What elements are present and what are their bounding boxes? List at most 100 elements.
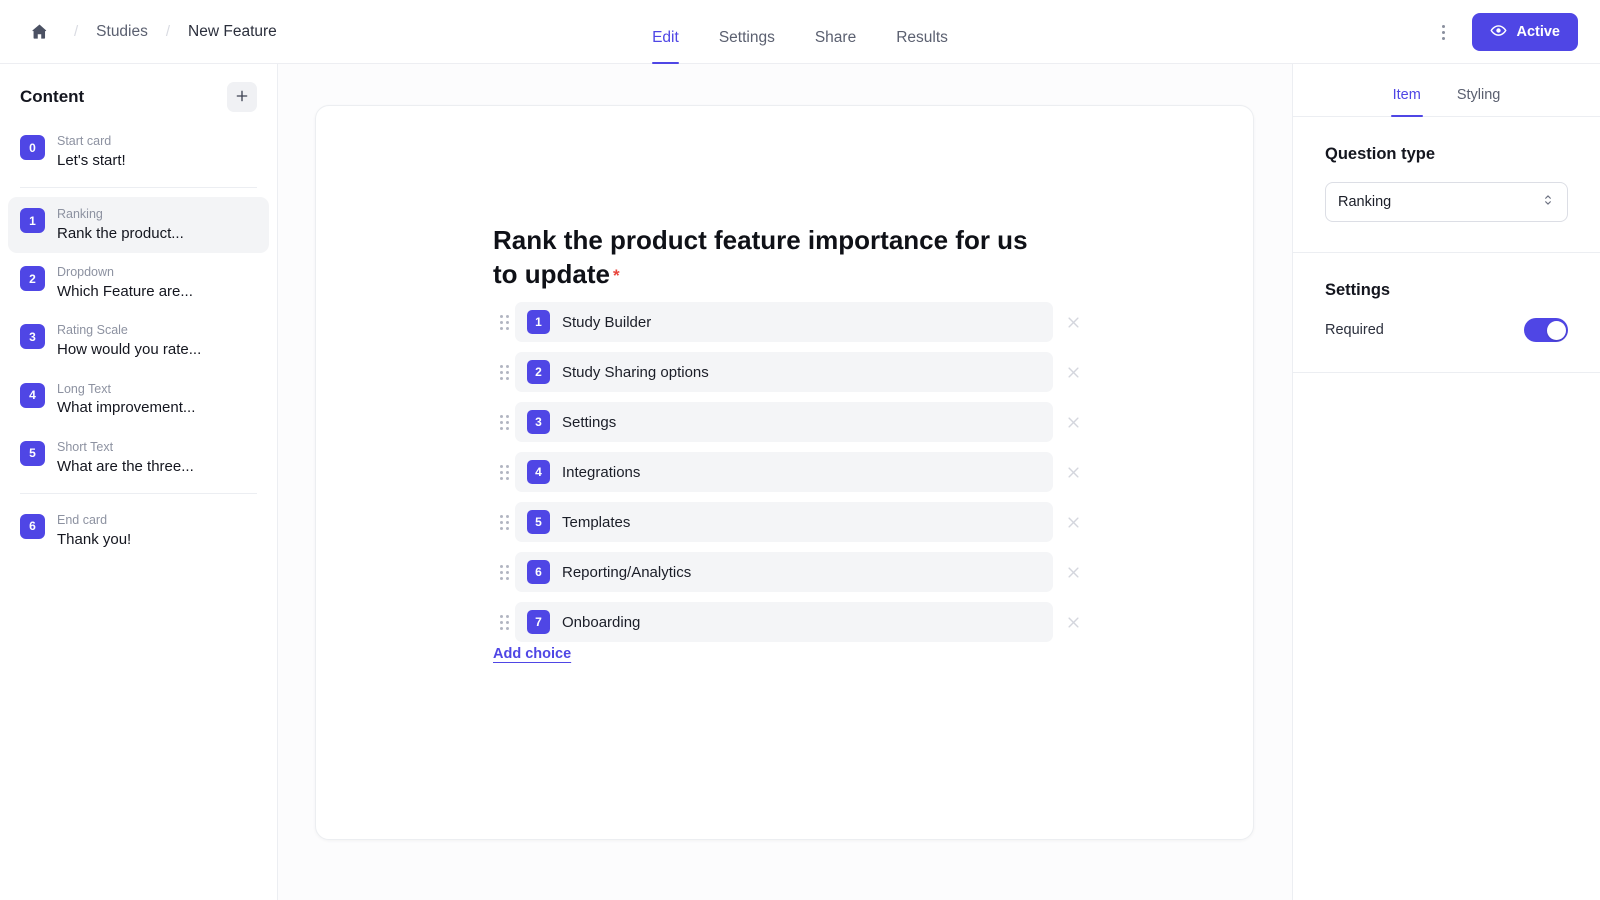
sidebar-divider-bottom xyxy=(20,492,257,494)
sidebar-item-type: Short Text xyxy=(57,439,114,454)
drag-handle-icon[interactable] xyxy=(493,314,515,330)
top-bar: / Studies / New Feature Edit Settings Sh… xyxy=(0,0,1600,64)
sidebar-title: Content xyxy=(20,87,85,106)
choice-rank-badge: 3 xyxy=(527,410,550,434)
choice-input[interactable]: 4 Integrations xyxy=(515,452,1053,492)
question-type-heading: Question type xyxy=(1325,145,1436,163)
sidebar-divider-top xyxy=(20,187,257,189)
sidebar-item-number: 6 xyxy=(20,513,45,539)
sidebar-item-label: Rank the product... xyxy=(57,225,184,242)
home-button[interactable] xyxy=(22,15,56,49)
sidebar-item-number: 4 xyxy=(20,382,45,408)
choice-input[interactable]: 3 Settings xyxy=(515,402,1053,442)
sidebar-item-number: 3 xyxy=(20,324,45,350)
choice-label: Onboarding xyxy=(562,613,641,631)
breadcrumb-item-new-feature[interactable]: New Feature xyxy=(188,23,277,41)
choice-label: Reporting/Analytics xyxy=(562,563,692,581)
add-content-button[interactable] xyxy=(227,82,257,112)
choice-rank-badge: 6 xyxy=(527,560,550,584)
choice-input[interactable]: 2 Study Sharing options xyxy=(515,352,1053,392)
required-asterisk: * xyxy=(613,266,620,286)
sidebar-item-label: Let's start! xyxy=(57,151,126,169)
sidebar-item-number: 0 xyxy=(20,135,45,160)
sidebar-item-label: How would you rate... xyxy=(57,341,202,359)
drag-handle-icon[interactable] xyxy=(493,414,515,430)
tab-edit[interactable]: Edit xyxy=(632,29,699,65)
tab-share[interactable]: Share xyxy=(795,29,876,65)
breadcrumb-separator-2: / xyxy=(165,23,171,40)
eye-icon xyxy=(1490,22,1508,43)
sidebar-item-ranking[interactable]: 1 Ranking Rank the product... xyxy=(8,197,269,254)
sidebar-item-long-text[interactable]: 4 Long Text What improvement... xyxy=(8,372,269,428)
question-type-value: Ranking xyxy=(1338,194,1392,210)
sidebar-item-start-card[interactable]: 0 Start card Let's start! xyxy=(8,124,269,180)
question-type-section: Question type Ranking xyxy=(1293,117,1600,253)
plus-icon xyxy=(234,88,250,107)
choice-input[interactable]: 5 Templates xyxy=(515,502,1053,542)
drag-handle-icon[interactable] xyxy=(493,364,515,380)
choice-rank-badge: 2 xyxy=(527,360,550,384)
question-card: Rank the product feature importance for … xyxy=(315,105,1254,840)
settings-heading: Settings xyxy=(1325,281,1391,299)
close-icon[interactable] xyxy=(1053,352,1093,392)
choice-row: 1 Study Builder xyxy=(493,302,1093,342)
editor-canvas: Rank the product feature importance for … xyxy=(278,64,1292,900)
choice-row: 6 Reporting/Analytics xyxy=(493,552,1093,592)
sidebar-item-number: 2 xyxy=(20,266,45,292)
more-vertical-icon[interactable] xyxy=(1428,17,1458,47)
question-type-select[interactable]: Ranking xyxy=(1325,182,1568,222)
sidebar-item-short-text[interactable]: 5 Short Text What are the three... xyxy=(8,430,269,486)
sidebar-header: Content xyxy=(0,64,277,124)
choice-input[interactable]: 6 Reporting/Analytics xyxy=(515,552,1053,592)
sidebar-item-label: Which Feature are... xyxy=(57,283,193,301)
header-actions: Active xyxy=(1428,0,1578,64)
sidebar-item-type: End card xyxy=(57,512,108,527)
close-icon[interactable] xyxy=(1053,502,1093,542)
content-sidebar: Content 0 Start card Let's start! 1 Rank… xyxy=(0,64,278,900)
choice-row: 4 Integrations xyxy=(493,452,1093,492)
choice-label: Study Sharing options xyxy=(562,363,709,381)
breadcrumb-item-studies[interactable]: Studies xyxy=(96,23,148,41)
choice-rank-badge: 5 xyxy=(527,510,550,534)
sidebar-item-end-card[interactable]: 6 End card Thank you! xyxy=(8,503,269,559)
settings-section: Settings Required xyxy=(1293,253,1600,373)
tab-styling[interactable]: Styling xyxy=(1439,87,1519,117)
tab-results[interactable]: Results xyxy=(876,29,968,65)
choice-input[interactable]: 1 Study Builder xyxy=(515,302,1053,342)
required-setting-row: Required xyxy=(1325,318,1568,342)
choice-input[interactable]: 7 Onboarding xyxy=(515,602,1053,642)
choice-row: 7 Onboarding xyxy=(493,602,1093,642)
tab-settings[interactable]: Settings xyxy=(699,29,795,65)
drag-handle-icon[interactable] xyxy=(493,564,515,580)
required-label: Required xyxy=(1325,322,1384,338)
sidebar-item-label: Thank you! xyxy=(57,530,132,548)
required-toggle[interactable] xyxy=(1524,318,1568,342)
drag-handle-icon[interactable] xyxy=(493,464,515,480)
sidebar-item-type: Dropdown xyxy=(57,265,114,280)
close-icon[interactable] xyxy=(1053,452,1093,492)
drag-handle-icon[interactable] xyxy=(493,614,515,630)
sidebar-item-type: Long Text xyxy=(57,381,111,396)
close-icon[interactable] xyxy=(1053,302,1093,342)
status-active-button[interactable]: Active xyxy=(1472,13,1578,51)
breadcrumb-separator-1: / xyxy=(74,23,79,40)
sidebar-item-type: Ranking xyxy=(57,207,103,222)
choice-label: Study Builder xyxy=(562,313,652,331)
choice-rank-badge: 4 xyxy=(527,460,550,484)
sidebar-item-number: 1 xyxy=(20,208,45,234)
properties-tabs: Item Styling xyxy=(1293,64,1600,117)
page-title[interactable]: Rank the product feature importance for … xyxy=(493,223,1033,292)
drag-handle-icon[interactable] xyxy=(493,514,515,530)
close-icon[interactable] xyxy=(1053,402,1093,442)
sidebar-item-dropdown[interactable]: 2 Dropdown Which Feature are... xyxy=(8,255,269,311)
sidebar-item-label: What are the three... xyxy=(57,457,194,475)
close-icon[interactable] xyxy=(1053,552,1093,592)
sidebar-item-type: Rating Scale xyxy=(57,323,128,338)
question-title-text: Rank the product feature importance for … xyxy=(493,225,1028,290)
close-icon[interactable] xyxy=(1053,602,1093,642)
sidebar-item-label: What improvement... xyxy=(57,399,196,417)
add-choice-link[interactable]: Add choice xyxy=(493,646,571,662)
choice-label: Templates xyxy=(562,513,631,531)
sidebar-item-rating-scale[interactable]: 3 Rating Scale How would you rate... xyxy=(8,313,269,369)
tab-item[interactable]: Item xyxy=(1375,87,1439,117)
